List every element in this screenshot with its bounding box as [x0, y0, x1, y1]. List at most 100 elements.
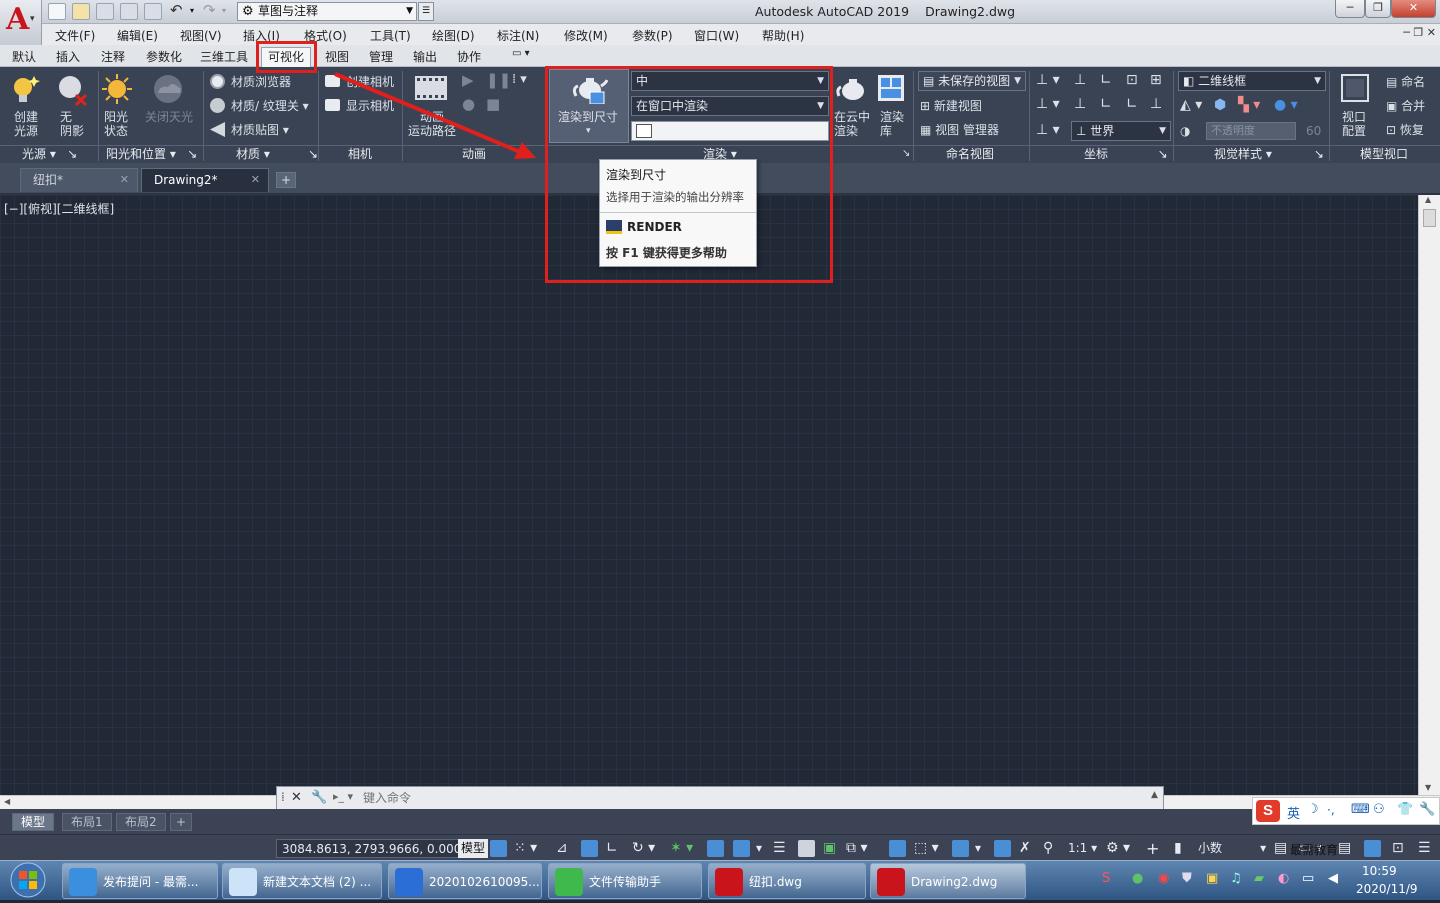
gizmo-icon[interactable] — [952, 840, 969, 857]
tab-layout1[interactable]: 布局1 — [62, 813, 112, 831]
units-select[interactable]: 小数 ▾ — [1198, 839, 1266, 858]
lineweight-icon[interactable]: ☰ — [773, 839, 786, 858]
ucs-select[interactable]: ⊥ 世界 ▼ — [1071, 121, 1171, 141]
ime-moon-icon[interactable]: ☽ — [1307, 802, 1319, 817]
object-snap-icon[interactable] — [733, 840, 750, 857]
ucs-zaxis-icon[interactable]: ∟ — [1126, 97, 1138, 111]
texture-icon[interactable] — [210, 98, 225, 113]
ime-punct-icon[interactable]: ·, — [1327, 803, 1335, 817]
menu-draw[interactable]: 绘图(D) — [432, 27, 475, 44]
3d-osnap-icon[interactable]: ⧉ ▾ — [846, 839, 867, 858]
view-manager-button[interactable]: ▦ 视图 管理器 — [920, 123, 999, 137]
open-file-icon[interactable] — [72, 3, 90, 20]
grid-icon[interactable] — [490, 840, 507, 857]
ucs-3point-icon[interactable]: ⊥ ▾ — [1036, 97, 1060, 111]
tab-manage[interactable]: 管理 — [369, 48, 393, 65]
tab-annotate[interactable]: 注释 — [101, 48, 125, 65]
tray-qq-icon[interactable]: ◐ — [1278, 871, 1289, 886]
named-viewports-button[interactable]: ▤ 命名 — [1386, 75, 1425, 89]
redo-icon[interactable]: ↷ — [203, 1, 216, 19]
scroll-left-icon[interactable]: ◀ — [4, 797, 10, 806]
viewport-controls[interactable]: [−][俯视][二维线框] — [4, 200, 114, 217]
new-view-button[interactable]: ⊞ 新建视图 — [920, 99, 982, 113]
menu-view[interactable]: 视图(V) — [180, 27, 222, 44]
command-history-icon[interactable]: ▲ — [1151, 790, 1158, 800]
clock-date[interactable]: 2020/11/9 — [1356, 882, 1418, 896]
chevron-down-icon[interactable]: ▾ — [756, 839, 762, 858]
panel-title-materials[interactable]: 材质 ▾ ↘ — [236, 146, 318, 163]
tray-folder-icon[interactable]: ▣ — [1206, 871, 1218, 886]
chevron-down-icon[interactable]: ▾ — [975, 839, 981, 858]
tab-insert[interactable]: 插入 — [56, 48, 80, 65]
ortho-icon[interactable]: ⊿ — [556, 839, 568, 858]
tray-nvidia-icon[interactable]: ▰ — [1254, 871, 1264, 886]
named-view-select[interactable]: ▤ 未保存的视图 ▼ — [918, 71, 1026, 91]
workspace-select[interactable]: ⚙ 草图与注释 ▼ — [237, 2, 417, 21]
clean-screen-icon[interactable]: ⊡ — [1392, 839, 1404, 858]
tab-layout2[interactable]: 布局2 — [116, 813, 166, 831]
menu-tools[interactable]: 工具(T) — [370, 27, 411, 44]
snap-icon[interactable]: ⁙ ▾ — [514, 839, 537, 858]
menu-file[interactable]: 文件(F) — [55, 27, 95, 44]
document-window-controls[interactable]: ─ ❐ ✕ — [1403, 26, 1436, 39]
tray-shield-icon[interactable]: ⛊ — [1182, 871, 1192, 886]
workspace-gear-icon[interactable]: ⚙ ▾ — [1106, 839, 1130, 858]
doc-tab-drawing2[interactable]: Drawing2* ✕ — [141, 168, 269, 192]
object-snap-tracking-icon[interactable] — [707, 840, 724, 857]
isodraft-icon[interactable]: ✶ ▾ — [670, 839, 693, 858]
ucs-icon[interactable]: ⊥ ▾ — [1036, 73, 1060, 87]
close-icon[interactable]: ✕ — [120, 169, 129, 191]
menu-window[interactable]: 窗口(W) — [694, 27, 739, 44]
tray-app-icon[interactable]: ♫ — [1230, 871, 1242, 886]
tab-collaborate[interactable]: 协作 — [457, 48, 481, 65]
add-layout-button[interactable]: + — [170, 813, 193, 831]
close-icon[interactable]: ✕ — [291, 790, 302, 805]
infer-constraints-icon[interactable] — [581, 840, 598, 857]
taskbar-word[interactable]: 2020102610095... — [388, 863, 542, 899]
start-button[interactable] — [0, 860, 56, 900]
tab-view[interactable]: 视图 — [325, 48, 349, 65]
opacity-icon[interactable]: ◑ — [1180, 124, 1190, 138]
ime-skin-icon[interactable]: 👕 — [1397, 802, 1413, 817]
undo-dropdown-icon[interactable]: ▾ — [190, 6, 194, 15]
color-icon[interactable]: ▚ ▾ — [1238, 98, 1260, 112]
scroll-down-icon[interactable]: ▼ — [1425, 783, 1431, 792]
viewport-config-label[interactable]: 视口 配置 — [1342, 110, 1366, 138]
sun-status-label[interactable]: 阳光 状态 — [104, 110, 128, 138]
ime-tools-icon[interactable]: 🔧 — [1419, 802, 1435, 817]
tray-sogou-icon[interactable]: S — [1102, 871, 1110, 886]
coordinates-readout[interactable]: 3084.8613, 2793.9666, 0.0000 — [276, 839, 476, 858]
shadow-icon[interactable]: ⬢ — [1214, 98, 1226, 112]
auto-scale-icon[interactable]: ✗ — [1019, 839, 1031, 858]
ucs-x-icon[interactable]: ⊥ — [1074, 97, 1086, 111]
tray-weibo-icon[interactable]: ◉ — [1158, 871, 1169, 886]
menu-dimension[interactable]: 标注(N) — [497, 27, 539, 44]
transparency-icon[interactable] — [798, 840, 815, 857]
annotation-scale-select[interactable]: 1:1 ▾ — [1068, 839, 1097, 858]
tab-parametric[interactable]: 参数化 — [146, 48, 182, 65]
visual-style-select[interactable]: ◧ 二维线框 ▼ — [1178, 71, 1326, 91]
no-shadow-label[interactable]: 无 阴影 — [60, 110, 84, 138]
redo-dropdown-icon[interactable]: ▾ — [222, 6, 226, 15]
customize-icon[interactable]: ☰ — [1418, 839, 1431, 858]
material-mapping-button[interactable]: 材质贴图 ▾ — [231, 123, 289, 137]
units-icon[interactable]: ▮ — [1174, 839, 1182, 858]
menu-help[interactable]: 帮助(H) — [762, 27, 804, 44]
ucs-object-icon[interactable]: ⊞ — [1150, 73, 1162, 87]
new-file-icon[interactable] — [48, 3, 66, 20]
render-library-icon[interactable] — [876, 73, 906, 103]
menu-edit[interactable]: 编辑(E) — [117, 27, 158, 44]
save-as-icon[interactable] — [120, 3, 138, 20]
hardware-acceleration-icon[interactable] — [1364, 840, 1381, 857]
wrench-icon[interactable]: 🔧 — [311, 790, 327, 805]
ucs-origin-icon[interactable]: ⊥ — [1074, 73, 1086, 87]
ime-user-icon[interactable]: ⚇ — [1373, 802, 1385, 817]
polar-tracking-icon[interactable]: ↻ ▾ — [632, 839, 655, 858]
quick-properties-icon[interactable]: ▤ — [1274, 839, 1287, 858]
sogou-logo-icon[interactable]: S — [1256, 800, 1280, 822]
tray-wechat-icon[interactable]: ● — [1132, 871, 1143, 886]
taskbar-autocad-1[interactable]: 纽扣.dwg — [708, 863, 866, 899]
taskbar-autocad-2[interactable]: Drawing2.dwg — [870, 863, 1026, 899]
drawing-area[interactable]: [−][俯视][二维线框] — [0, 195, 1418, 795]
animation-settings-icon[interactable]: ⁞ ▾ — [512, 73, 527, 87]
